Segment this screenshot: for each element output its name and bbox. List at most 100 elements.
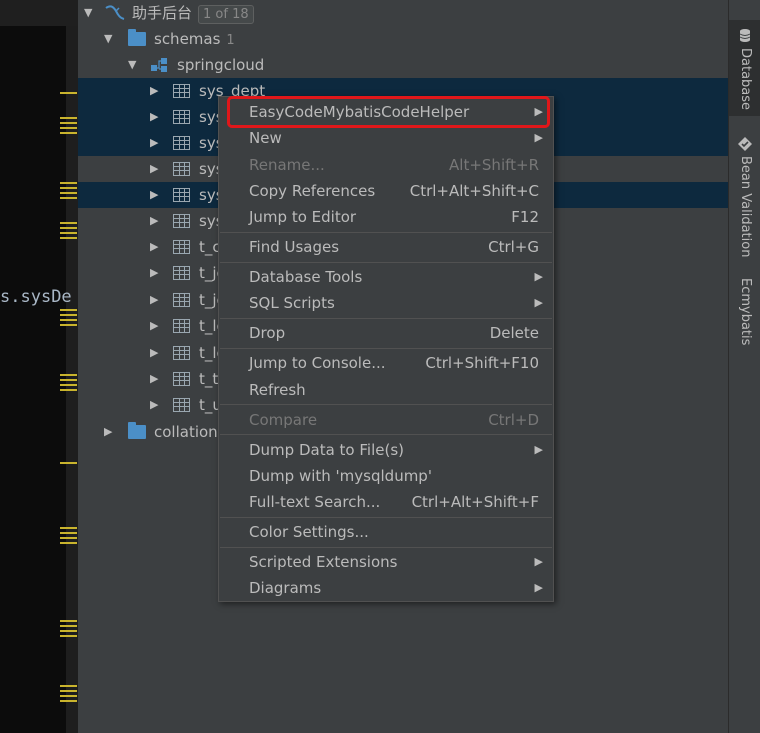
menu-separator (220, 547, 552, 548)
table-icon (173, 372, 190, 386)
expand-arrow-icon[interactable]: ▶ (150, 182, 158, 208)
menu-item-scripted-extensions[interactable]: Scripted Extensions ▶ (219, 549, 553, 575)
table-icon (173, 293, 190, 307)
menu-item-rename[interactable]: Rename... Alt+Shift+R (219, 152, 553, 178)
expand-arrow-icon[interactable]: ▶ (150, 78, 158, 104)
menu-item-label: Dump with 'mysqldump' (249, 467, 432, 485)
tree-node-schema[interactable]: ▼ springcloud (78, 52, 728, 78)
menu-separator (220, 262, 552, 263)
menu-item-database-tools[interactable]: Database Tools ▶ (219, 264, 553, 290)
menu-item-label: Compare (249, 411, 318, 429)
menu-item-compare[interactable]: Compare Ctrl+D (219, 407, 553, 433)
table-icon (173, 110, 190, 124)
datasource-label: 助手后台 (132, 4, 193, 22)
tab-bean-validation-label: Bean Validation (738, 156, 753, 258)
menu-item-label: Jump to Console... (249, 354, 386, 372)
expand-arrow-icon[interactable]: ▶ (150, 208, 158, 234)
schema-label: springcloud (177, 56, 265, 74)
expand-arrow-icon[interactable]: ▶ (150, 313, 158, 339)
gutter-marker (60, 117, 77, 137)
menu-item-label: Refresh (249, 381, 306, 399)
code-prefix: s. (0, 287, 21, 307)
menu-item-label: Full-text Search... (249, 493, 381, 511)
table-icon (173, 162, 190, 176)
menu-item-mysqldump[interactable]: Dump with 'mysqldump' (219, 463, 553, 489)
menu-item-dump-data[interactable]: Dump Data to File(s) ▶ (219, 437, 553, 463)
datasource-count-badge: 1 of 18 (198, 5, 254, 24)
menu-item-sql-scripts[interactable]: SQL Scripts ▶ (219, 290, 553, 316)
expand-arrow-icon[interactable]: ▶ (150, 104, 158, 130)
mysql-datasource-icon (105, 5, 125, 20)
table-icon (173, 266, 190, 280)
expand-arrow-icon[interactable]: ▶ (150, 366, 158, 392)
expand-arrow-icon[interactable]: ▶ (150, 234, 158, 260)
expand-arrow-icon[interactable]: ▼ (128, 52, 136, 78)
table-icon (173, 346, 190, 360)
table-icon (173, 214, 190, 228)
menu-item-find-usages[interactable]: Find Usages Ctrl+G (219, 234, 553, 260)
menu-item-label: Database Tools (249, 268, 363, 286)
table-icon (173, 188, 190, 202)
table-icon (173, 84, 190, 98)
code-line[interactable]: s.sysDe (0, 287, 72, 307)
code-identifier: sysDe (20, 287, 72, 307)
menu-item-shortcut: Ctrl+Shift+F10 (425, 354, 539, 372)
bean-validation-icon (738, 137, 752, 151)
gutter-marker (60, 620, 77, 640)
expand-arrow-icon[interactable]: ▶ (104, 419, 112, 445)
gutter-marker (60, 182, 77, 202)
menu-item-new[interactable]: New ▶ (219, 125, 553, 151)
menu-separator (220, 404, 552, 405)
context-menu: EasyCodeMybatisCodeHelper ▶ New ▶ Rename..… (218, 96, 554, 602)
schemas-label: schemas (154, 30, 221, 48)
folder-icon (128, 422, 146, 439)
editor-tab-strip (0, 0, 78, 26)
tab-ecmybatis[interactable]: Ecmybatis (729, 276, 760, 346)
menu-item-jump-to-editor[interactable]: Jump to Editor F12 (219, 204, 553, 230)
schemas-count: 1 (226, 33, 235, 48)
menu-item-shortcut: Delete (489, 324, 539, 342)
table-icon (173, 136, 190, 150)
menu-item-label: Find Usages (249, 238, 340, 256)
menu-item-label: New (249, 129, 282, 147)
expand-arrow-icon[interactable]: ▶ (150, 260, 158, 286)
folder-icon (128, 29, 146, 46)
menu-item-drop[interactable]: Drop Delete (219, 320, 553, 346)
database-icon (739, 29, 751, 42)
menu-item-label: Rename... (249, 156, 325, 174)
tree-node-schemas[interactable]: ▼ schemas 1 (78, 26, 728, 52)
tab-database[interactable]: Database (729, 20, 760, 116)
expand-arrow-icon[interactable]: ▶ (150, 340, 158, 366)
menu-separator (220, 232, 552, 233)
table-label: t_t (199, 370, 219, 388)
expand-arrow-icon[interactable]: ▼ (104, 26, 112, 52)
expand-arrow-icon[interactable]: ▶ (150, 287, 158, 313)
collations-label: collation (154, 423, 218, 441)
gutter-marker (60, 222, 77, 242)
menu-item-label: Drop (249, 324, 286, 342)
menu-item-refresh[interactable]: Refresh (219, 377, 553, 403)
expand-arrow-icon[interactable]: ▼ (84, 0, 92, 26)
menu-item-color-settings[interactable]: Color Settings... (219, 519, 553, 545)
expand-arrow-icon[interactable]: ▶ (150, 130, 158, 156)
menu-item-copy-references[interactable]: Copy References Ctrl+Alt+Shift+C (219, 178, 553, 204)
tree-node-datasource[interactable]: ▼ 助手后台 1 of 18 (78, 0, 728, 26)
annotation-highlight-box (227, 96, 550, 128)
menu-item-jump-to-console[interactable]: Jump to Console... Ctrl+Shift+F10 (219, 350, 553, 376)
menu-item-shortcut: F12 (511, 208, 539, 226)
menu-item-label: Copy References (249, 182, 376, 200)
menu-item-diagrams[interactable]: Diagrams ▶ (219, 575, 553, 601)
menu-item-fulltext-search[interactable]: Full-text Search... Ctrl+Alt+Shift+F (219, 489, 553, 515)
submenu-arrow-icon: ▶ (534, 581, 543, 594)
menu-item-label: Jump to Editor (249, 208, 357, 226)
menu-separator (220, 517, 552, 518)
tab-bean-validation[interactable]: Bean Validation (729, 132, 760, 262)
tab-ecmybatis-label: Ecmybatis (738, 278, 753, 346)
expand-arrow-icon[interactable]: ▶ (150, 156, 158, 182)
expand-arrow-icon[interactable]: ▶ (150, 392, 158, 418)
menu-separator (220, 318, 552, 319)
menu-separator (220, 434, 552, 435)
menu-item-shortcut: Alt+Shift+R (449, 156, 539, 174)
gutter-marker (60, 462, 77, 464)
right-tool-strip: Database Bean Validation Ecmybatis (728, 0, 760, 733)
